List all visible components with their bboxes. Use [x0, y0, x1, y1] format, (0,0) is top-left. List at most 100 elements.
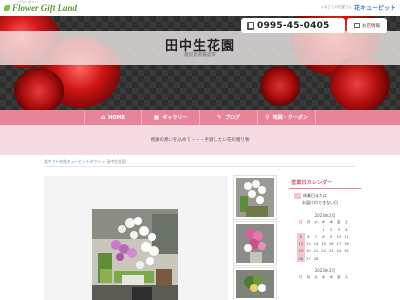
calendar-day: 2	[330, 227, 333, 232]
main-flower-photo[interactable]	[92, 209, 178, 300]
calendar-day: 3	[337, 227, 340, 232]
shop-location: 鹿児島県霧島市	[184, 53, 216, 58]
divider	[44, 166, 356, 167]
calendar-day: 11	[344, 234, 349, 239]
nav-label: HOME	[108, 114, 126, 121]
calendar-legend: 休業日または	[294, 193, 327, 199]
logo-text: Flower Gift Land	[12, 2, 78, 13]
business-calendar: 営業日カレンダー 休業日または お届けのできない日 2023年2月 日月火水木金…	[289, 176, 361, 300]
calendar-day: 16	[328, 242, 334, 247]
calendar-grid-feb: 日月火水木金土 1 2 3 4 5 6 7 8 9 10 11 12 13 14 15 16 17 18 19 20 21…	[297, 219, 351, 263]
weekday-header: 日	[299, 275, 303, 280]
weekday-header: 火	[314, 275, 318, 280]
calendar-day: 17	[336, 242, 342, 247]
nav-item-home[interactable]: ⌂ HOME	[84, 110, 142, 125]
calendar-day: 18	[344, 242, 349, 247]
calendar-day	[327, 255, 335, 262]
calendar-day	[305, 226, 313, 233]
mail-icon	[354, 23, 360, 28]
home-icon: ⌂	[100, 114, 106, 121]
main-nav: ⌂ HOME ▣ ギャラリー ✎ ブログ ⚲ 地図・クーポン	[0, 110, 400, 125]
calendar-day: 5	[297, 233, 305, 241]
calendar-day: 25	[344, 249, 349, 254]
calendar-day: 4	[345, 227, 348, 232]
rose-image	[14, 68, 64, 110]
weekday-header: 金	[336, 220, 341, 225]
nav-label: ギャラリー	[162, 115, 188, 121]
calendar-day: 21	[313, 249, 319, 254]
calendar-day: 24	[336, 249, 342, 254]
calendar-day: 27	[306, 256, 311, 261]
calendar-legend-2: お届けのできない日	[302, 200, 338, 206]
logo-tagline: フラワーギフト	[16, 0, 38, 4]
weekday-header: 月	[306, 220, 311, 225]
calendar-day	[312, 226, 320, 233]
calendar-day: 20	[306, 249, 311, 254]
weekday-header: 月	[306, 275, 311, 280]
calendar-grid-mar: 日月火水木金土	[297, 274, 350, 281]
thumbnail-photo-icon	[236, 224, 274, 263]
calendar-day: 8	[322, 234, 325, 239]
breadcrumb-link-top[interactable]: 花ギフトの花キューピットタウン	[44, 159, 101, 164]
shop-info-label: お店情報	[362, 23, 380, 29]
thumbnail-photo-icon	[236, 270, 274, 298]
calendar-day: 13	[306, 242, 311, 247]
calendar-day: 1	[322, 227, 325, 232]
calendar-day	[343, 255, 351, 262]
gallery-thumbnail[interactable]	[234, 222, 276, 265]
thumbnail-photo-icon	[236, 178, 274, 217]
weekday-header: 土	[344, 275, 349, 280]
nav-item-gallery[interactable]: ▣ ギャラリー	[142, 110, 200, 125]
calendar-day	[297, 226, 305, 233]
map-pin-icon: ⚲	[265, 114, 270, 121]
orchid-photo-icon	[92, 209, 178, 300]
calendar-day: 9	[330, 234, 333, 239]
gallery-thumbnail[interactable]	[234, 176, 276, 219]
calendar-title-underline	[289, 188, 361, 189]
weekday-header: 木	[329, 220, 333, 225]
calendar-day: 12	[297, 240, 305, 248]
nav-item-blog[interactable]: ✎ ブログ	[200, 110, 258, 125]
legend-label-2: お届けのできない日	[302, 200, 338, 205]
calendar-title: 営業日カレンダー	[291, 180, 333, 186]
calendar-day: 7	[314, 234, 318, 239]
partner-subtext: ふるさとの花屋さん	[320, 5, 352, 9]
weekday-header: 金	[336, 275, 341, 280]
weekday-header: 日	[299, 220, 303, 225]
weekday-header: 水	[321, 275, 326, 280]
top-bar: Flower Gift Land フラワーギフト ふるさとの花屋さん 花キューピ…	[0, 0, 400, 16]
pencil-icon: ✎	[216, 114, 222, 121]
partner-logo[interactable]: ふるさとの花屋さん 花キューピット	[321, 3, 396, 12]
calendar-day: 28	[313, 256, 319, 261]
rose-image	[260, 66, 300, 106]
site-logo[interactable]: Flower Gift Land フラワーギフト	[4, 0, 78, 14]
breadcrumb: 花ギフトの花キューピットタウン > 田中生花園	[44, 159, 126, 165]
calendar-day: 26	[297, 254, 305, 263]
phone-number: 0995-45-0405	[257, 20, 330, 31]
holiday-swatch	[294, 193, 301, 199]
shop-info-button[interactable]: お店情報	[347, 18, 387, 33]
calendar-day: 14	[313, 242, 319, 247]
calendar-day: 10	[336, 234, 342, 239]
nav-label: 地図・クーポン	[272, 115, 308, 121]
greeting-text: 感謝の想いを込めて・・・手渡したい花の贈り物	[150, 138, 250, 143]
camera-icon: ▣	[153, 114, 160, 121]
phone-number-box[interactable]: 0995-45-0405	[241, 18, 345, 33]
calendar-day: 23	[328, 249, 334, 254]
nav-item-map-coupon[interactable]: ⚲ 地図・クーポン	[258, 110, 316, 125]
calendar-day: 19	[297, 247, 305, 255]
weekday-header: 水	[321, 220, 326, 225]
weekday-header: 木	[329, 275, 333, 280]
legend-label: 休業日または	[303, 193, 327, 198]
weekday-header: 火	[314, 220, 318, 225]
partner-name: 花キューピット	[353, 5, 396, 12]
calendar-day	[335, 255, 343, 262]
nav-label: ブログ	[225, 115, 241, 121]
calendar-day: 15	[321, 242, 326, 247]
calendar-day: 6	[307, 234, 310, 239]
gallery-thumbnail[interactable]	[234, 268, 276, 300]
breadcrumb-current: 田中生花園	[106, 159, 126, 164]
leaf-icon	[4, 4, 10, 11]
calendar-day	[320, 255, 328, 262]
phone-icon	[247, 21, 254, 30]
